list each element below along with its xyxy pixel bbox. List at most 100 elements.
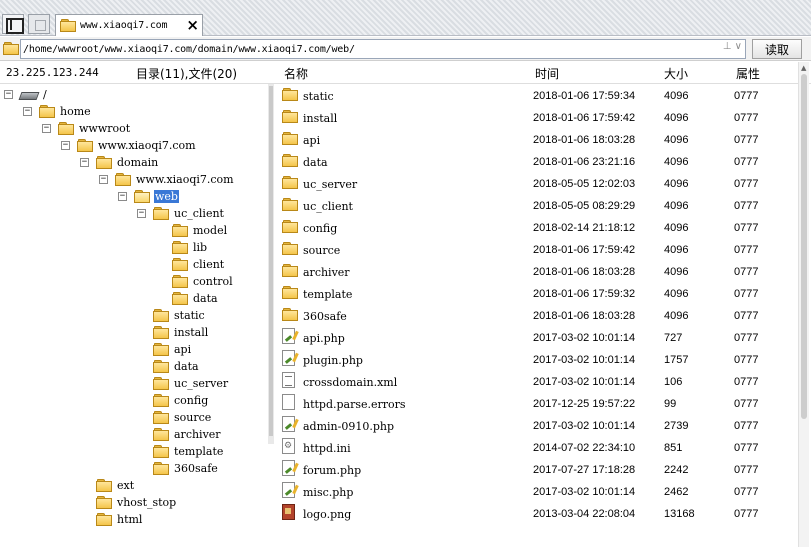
scroll-thumb[interactable]: [801, 74, 807, 419]
file-name: archiver: [303, 266, 350, 279]
php-file-icon: [282, 328, 295, 344]
read-button[interactable]: 读取: [752, 39, 802, 59]
tree-node[interactable]: client: [172, 256, 225, 273]
tab-active[interactable]: www.xiaoqi7.com ×: [55, 14, 203, 36]
file-row[interactable]: api.php 2017-03-02 10:01:14 727 0777: [276, 327, 796, 349]
tree-node[interactable]: − web: [118, 188, 179, 205]
blank-file-icon: [282, 394, 295, 410]
tree-node[interactable]: 360safe: [153, 460, 219, 477]
file-row[interactable]: static 2018-01-06 17:59:34 4096 0777: [276, 85, 796, 107]
tree-node[interactable]: − wwwroot: [42, 120, 131, 137]
file-row[interactable]: config 2018-02-14 21:18:12 4096 0777: [276, 217, 796, 239]
file-row[interactable]: api 2018-01-06 18:03:28 4096 0777: [276, 129, 796, 151]
tree-node-label: uc_server: [174, 377, 229, 390]
collapse-toggle-icon[interactable]: −: [23, 107, 32, 116]
collapse-toggle-icon[interactable]: −: [42, 124, 51, 133]
tree-node[interactable]: install: [153, 324, 209, 341]
file-row[interactable]: forum.php 2017-07-27 17:18:28 2242 0777: [276, 459, 796, 481]
folder-icon: [96, 496, 112, 509]
tree-node[interactable]: html: [96, 511, 143, 528]
tree-node[interactable]: template: [153, 443, 224, 460]
file-row[interactable]: admin-0910.php 2017-03-02 10:01:14 2739 077…: [276, 415, 796, 437]
tree-node[interactable]: − home: [23, 103, 92, 120]
tree-node[interactable]: − www.xiaoqi7.com: [99, 171, 235, 188]
tree-node[interactable]: vhost_stop: [96, 494, 177, 511]
tree-node-label: www.xiaoqi7.com: [136, 173, 234, 186]
file-row[interactable]: template 2018-01-06 17:59:32 4096 0777: [276, 283, 796, 305]
tree-node[interactable]: ext: [96, 477, 135, 494]
tree-node[interactable]: lib: [172, 239, 208, 256]
file-row[interactable]: data 2018-01-06 23:21:16 4096 0777: [276, 151, 796, 173]
collapse-toggle-icon[interactable]: −: [137, 209, 146, 218]
file-size: 106: [664, 376, 683, 388]
file-time: 2018-01-06 17:59:42: [533, 244, 636, 256]
tree-node[interactable]: archiver: [153, 426, 222, 443]
file-row[interactable]: crossdomain.xml 2017-03-02 10:01:14 106 077…: [276, 371, 796, 393]
tree-node[interactable]: source: [153, 409, 212, 426]
php-file-icon: [282, 416, 295, 432]
tree-node-label: vhost_stop: [117, 496, 177, 509]
tree-node-label: install: [174, 326, 209, 339]
file-attr: 0777: [734, 508, 759, 520]
folder-icon: [282, 88, 298, 101]
tree-node[interactable]: data: [153, 358, 200, 375]
tree-node[interactable]: data: [172, 290, 219, 307]
collapse-toggle-icon[interactable]: −: [4, 90, 13, 99]
file-name: logo.png: [303, 508, 352, 521]
file-row[interactable]: uc_server 2018-05-05 12:02:03 4096 0777: [276, 173, 796, 195]
file-row[interactable]: plugin.php 2017-03-02 10:01:14 1757 0777: [276, 349, 796, 371]
tree-node[interactable]: − www.xiaoqi7.com: [61, 137, 197, 154]
file-list: static 2018-01-06 17:59:34 4096 0777 install…: [276, 85, 796, 547]
file-time: 2017-03-02 10:01:14: [533, 420, 636, 432]
folder-icon: [172, 275, 188, 288]
list-scrollbar[interactable]: ▲: [798, 62, 809, 547]
tree-node-label: model: [193, 224, 228, 237]
tree-node[interactable]: uc_server: [153, 375, 229, 392]
file-row[interactable]: uc_client 2018-05-05 08:29:29 4096 0777: [276, 195, 796, 217]
file-row[interactable]: misc.php 2017-03-02 10:01:14 2462 0777: [276, 481, 796, 503]
file-row[interactable]: archiver 2018-01-06 18:03:28 4096 0777: [276, 261, 796, 283]
column-name[interactable]: 名称: [284, 65, 308, 82]
column-time[interactable]: 时间: [535, 65, 559, 82]
folder-icon: [172, 241, 188, 254]
tree-node[interactable]: config: [153, 392, 209, 409]
file-attr: 0777: [734, 90, 759, 102]
tree-node[interactable]: control: [172, 273, 234, 290]
path-input[interactable]: /home/wwwroot/www.xiaoqi7.com/domain/www…: [20, 39, 746, 59]
new-tab-button[interactable]: [28, 14, 50, 34]
file-row[interactable]: 360safe 2018-01-06 18:03:28 4096 0777: [276, 305, 796, 327]
file-row[interactable]: source 2018-01-06 17:59:42 4096 0777: [276, 239, 796, 261]
collapse-toggle-icon[interactable]: −: [118, 192, 127, 201]
collapse-toggle-icon[interactable]: −: [61, 141, 70, 150]
folder-icon: [39, 105, 55, 118]
tree-node[interactable]: api: [153, 341, 192, 358]
folder-icon: [153, 360, 169, 373]
scroll-up-icon[interactable]: ▲: [801, 64, 806, 72]
tree-node[interactable]: − /: [4, 86, 48, 103]
tree-node[interactable]: model: [172, 222, 228, 239]
tree-node[interactable]: − domain: [80, 154, 159, 171]
column-attr[interactable]: 属性: [736, 65, 760, 82]
file-row[interactable]: install 2018-01-06 17:59:42 4096 0777: [276, 107, 796, 129]
folder-icon: [60, 19, 76, 32]
tree-node-label: lib: [193, 241, 208, 254]
path-dropdown-icon[interactable]: ⊥ ∨: [723, 41, 742, 52]
file-name: install: [303, 112, 338, 125]
column-size[interactable]: 大小: [664, 65, 688, 82]
tree-node[interactable]: static: [153, 307, 206, 324]
folder-icon: [153, 428, 169, 441]
file-row[interactable]: logo.png 2013-03-04 22:08:04 13168 0777: [276, 503, 796, 525]
collapse-toggle-icon[interactable]: −: [99, 175, 108, 184]
tree-node-label: web: [154, 190, 179, 203]
tree-node-label: home: [60, 105, 91, 118]
file-time: 2018-02-14 21:18:12: [533, 222, 636, 234]
close-tab-icon[interactable]: ×: [186, 17, 199, 33]
collapse-toggle-icon[interactable]: −: [80, 158, 89, 167]
toggle-panel-icon[interactable]: [2, 14, 24, 34]
tree-scrollbar[interactable]: [268, 84, 274, 444]
file-row[interactable]: httpd.ini 2014-07-02 22:34:10 851 0777: [276, 437, 796, 459]
tree-node[interactable]: − uc_client: [137, 205, 225, 222]
file-name: misc.php: [303, 486, 354, 499]
tree-node-label: html: [117, 513, 143, 526]
file-row[interactable]: httpd.parse.errors 2017-12-25 19:57:22 99 0…: [276, 393, 796, 415]
